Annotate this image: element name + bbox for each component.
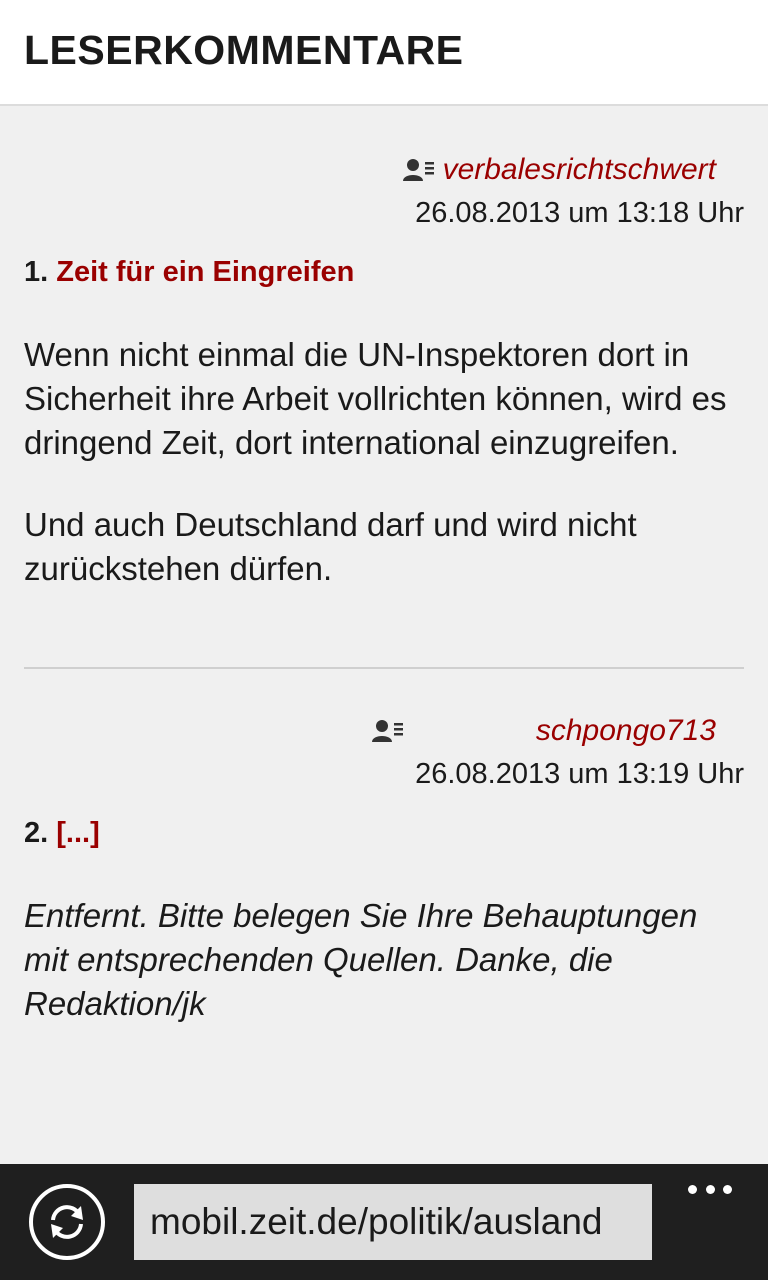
- comment-number: 1.: [24, 256, 57, 288]
- refresh-icon: [51, 1205, 83, 1239]
- refresh-button[interactable]: [29, 1184, 105, 1260]
- user-profile-icon: [372, 720, 403, 742]
- comment-meta: verbalesrichtschwert 26.08.2013 um 13:18…: [24, 150, 744, 236]
- comment-body: Entfernt. Bitte belegen Sie Ihre Behaupt…: [24, 894, 744, 1026]
- comment-title-line: 2. [...]: [24, 817, 744, 850]
- ellipsis-icon: [705, 1184, 715, 1194]
- comment-title-line: 1. Zeit für ein Eingreifen: [24, 256, 744, 289]
- author-line: schpongo713: [24, 711, 744, 751]
- comment-paragraph: Entfernt. Bitte belegen Sie Ihre Behaupt…: [24, 897, 698, 1022]
- author-link[interactable]: schpongo713: [412, 714, 716, 748]
- comment-number: 2.: [24, 817, 57, 849]
- comment-paragraph: Und auch Deutschland darf und wird nicht…: [24, 506, 637, 587]
- more-options-button[interactable]: [684, 1172, 736, 1206]
- comment-list: verbalesrichtschwert 26.08.2013 um 13:18…: [0, 106, 768, 1164]
- comment-date: 26.08.2013 um 13:18 Uhr: [415, 197, 744, 229]
- comment-meta: schpongo713 26.08.2013 um 13:19 Uhr: [24, 711, 744, 797]
- comment-title-link[interactable]: Zeit für ein Eingreifen: [56, 256, 354, 288]
- comment-item: verbalesrichtschwert 26.08.2013 um 13:18…: [0, 106, 768, 591]
- comment-paragraph: Wenn nicht einmal die UN-Inspektoren dor…: [24, 336, 727, 461]
- user-profile-icon: [402, 159, 434, 181]
- comment-item: schpongo713 26.08.2013 um 13:19 Uhr 2. […: [0, 669, 768, 1026]
- address-bar[interactable]: mobil.zeit.de/politik/ausland: [134, 1184, 652, 1260]
- author-link[interactable]: verbalesrichtschwert: [443, 153, 716, 187]
- comment-date: 26.08.2013 um 13:19 Uhr: [415, 758, 744, 790]
- page-title: LESERKOMMENTARE: [24, 27, 464, 73]
- ellipsis-icon: [688, 1184, 697, 1194]
- author-line: verbalesrichtschwert: [24, 150, 744, 190]
- ellipsis-icon: [723, 1184, 732, 1194]
- comment-body: Wenn nicht einmal die UN-Inspektoren dor…: [24, 333, 744, 591]
- comment-title-link[interactable]: [...]: [56, 817, 100, 849]
- page-header: LESERKOMMENTARE: [0, 0, 768, 106]
